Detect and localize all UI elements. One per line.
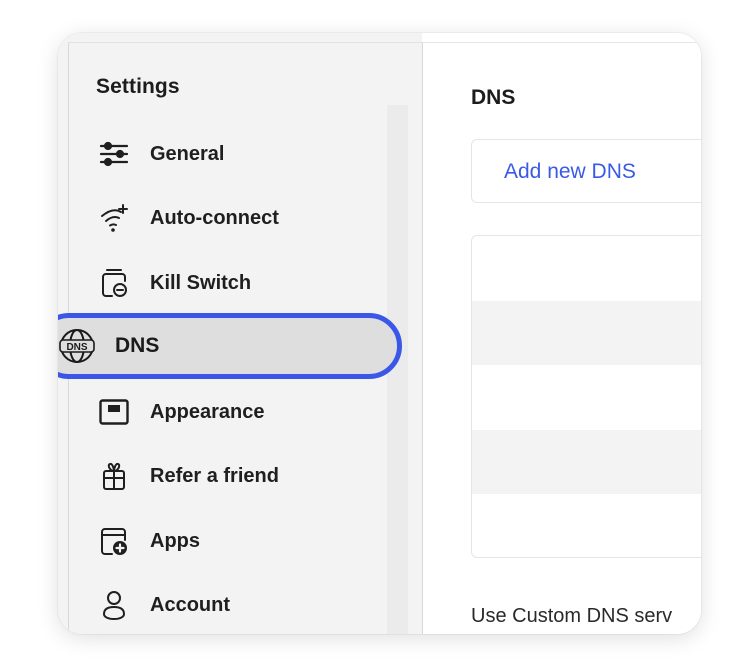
svg-text:DNS: DNS xyxy=(66,342,87,353)
sidebar: Settings General Auto-connect Kill Switc… xyxy=(58,33,422,634)
add-dns-card: Add new DNS xyxy=(471,139,701,203)
account-icon xyxy=(96,587,132,623)
sidebar-top-edge xyxy=(68,42,422,43)
panel-top-edge xyxy=(423,42,701,43)
sidebar-item-label: General xyxy=(150,142,225,165)
page-title: DNS xyxy=(471,86,516,109)
sidebar-item-kill-switch[interactable]: Kill Switch xyxy=(96,263,376,303)
sidebar-item-refer-a-friend[interactable]: Refer a friend xyxy=(96,456,376,496)
kill-switch-icon xyxy=(96,265,132,301)
sidebar-item-general[interactable]: General xyxy=(96,134,376,174)
dns-panel: DNS Add new DNS Use Custom DNS serv xyxy=(423,33,701,634)
list-item[interactable] xyxy=(472,429,701,495)
list-item[interactable] xyxy=(472,494,701,557)
apps-icon xyxy=(96,523,132,559)
appearance-icon xyxy=(96,394,132,430)
sidebar-item-label: Appearance xyxy=(150,400,265,423)
sidebar-item-apps[interactable]: Apps xyxy=(96,521,376,561)
add-new-dns-button[interactable]: Add new DNS xyxy=(504,160,636,184)
dns-globe-icon: DNS xyxy=(58,326,97,366)
sidebar-item-label: Account xyxy=(150,593,230,616)
list-item[interactable] xyxy=(472,236,701,301)
custom-dns-description: Use Custom DNS serv xyxy=(471,605,673,627)
gift-icon xyxy=(96,458,132,494)
sidebar-item-dns[interactable]: DNS DNS xyxy=(58,313,402,379)
list-item[interactable] xyxy=(472,365,701,430)
settings-window: Settings General Auto-connect Kill Switc… xyxy=(58,33,701,634)
sidebar-item-auto-connect[interactable]: Auto-connect xyxy=(96,198,376,238)
sidebar-item-label: Auto-connect xyxy=(150,206,279,229)
dns-list xyxy=(471,235,701,558)
screen: Settings General Auto-connect Kill Switc… xyxy=(0,0,734,668)
sidebar-item-label: Apps xyxy=(150,529,200,552)
wifi-sparkle-icon xyxy=(96,200,132,236)
sidebar-item-label: Refer a friend xyxy=(150,464,279,487)
sidebar-item-appearance[interactable]: Appearance xyxy=(96,392,376,432)
sidebar-item-account[interactable]: Account xyxy=(96,585,376,625)
sidebar-item-label: Kill Switch xyxy=(150,271,252,294)
sliders-icon xyxy=(96,136,132,172)
settings-title: Settings xyxy=(96,75,180,98)
sidebar-item-label: DNS xyxy=(115,334,160,357)
list-item[interactable] xyxy=(472,300,701,366)
